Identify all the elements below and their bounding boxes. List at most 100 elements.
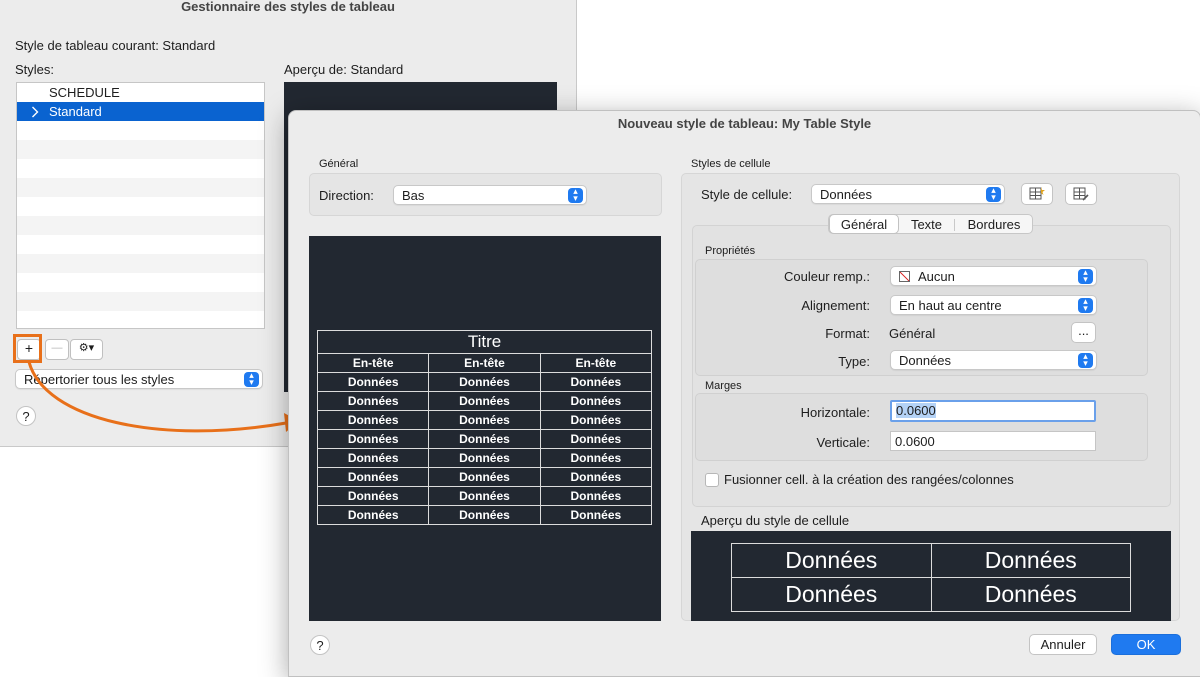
direction-select[interactable]: Bas ▴ ▾	[393, 185, 587, 205]
highlight-box	[13, 334, 42, 363]
preview-data-cell: Données	[428, 429, 541, 449]
manage-cell-styles-button[interactable]	[1065, 183, 1097, 205]
properties-group: Couleur remp.: Aucun ▴ ▾ Alignement: En h…	[695, 259, 1148, 376]
help-button[interactable]: ?	[310, 635, 330, 655]
table-row: Données Données Données	[316, 505, 653, 525]
preview-data-cell: Données	[428, 410, 541, 430]
general-group: Direction: Bas ▴ ▾	[309, 173, 662, 216]
vertical-margin-label: Verticale:	[816, 435, 870, 450]
table-row: Données Données Données	[316, 448, 653, 468]
select-arrows-icon: ▴ ▾	[1078, 268, 1093, 284]
type-select[interactable]: Données ▴ ▾	[890, 350, 1097, 370]
styles-label: Styles:	[15, 62, 55, 77]
format-label: Format:	[825, 326, 870, 341]
cell-preview-table: Données Données Données Données	[731, 543, 1131, 612]
vertical-margin-input[interactable]: 0.0600	[890, 431, 1096, 451]
format-options-button[interactable]: ...	[1071, 322, 1096, 343]
direction-label: Direction:	[319, 188, 374, 203]
preview-data-cell: Données	[428, 391, 541, 411]
preview-data-cell: Données	[428, 486, 541, 506]
preview-data-cell: Données	[316, 467, 430, 487]
preview-data-cell: Données	[316, 372, 430, 392]
preview-header-cell: En-tête	[539, 353, 653, 373]
horizontal-margin-input[interactable]: 0.0600	[890, 400, 1096, 422]
format-value: Général	[889, 326, 936, 341]
new-table-style-dialog: Nouveau style de tableau: My Table Style…	[288, 110, 1200, 677]
table-edit-icon	[1073, 187, 1089, 201]
preview-data-cell: Données	[539, 429, 653, 449]
tab-borders[interactable]: Bordures	[955, 215, 1033, 234]
list-filter-select[interactable]: Répertorier tous les styles ▴ ▾	[15, 369, 263, 389]
cell-styles-group: Style de cellule: Données ▴ ▾ Propriétés …	[681, 173, 1180, 621]
help-button[interactable]: ?	[16, 406, 36, 426]
table-row: Données Données Données	[316, 372, 653, 392]
preview-data-cell: Données	[539, 467, 653, 487]
preview-data-cell: Données	[539, 448, 653, 468]
table-row: Données Données Données	[316, 486, 653, 506]
properties-section-label: Propriétés	[705, 245, 756, 257]
cell-style-label: Style de cellule:	[701, 187, 793, 202]
fill-color-select[interactable]: Aucun ▴ ▾	[890, 266, 1097, 286]
remove-style-button[interactable]: —	[45, 339, 69, 360]
gear-menu-button[interactable]: ⚙▾	[70, 339, 103, 360]
preview-label: Aperçu de: Standard	[284, 62, 404, 77]
table-row: Données Données Données	[316, 391, 653, 411]
table-row: Données Données Données	[316, 410, 653, 430]
current-style-label: Style de tableau courant: Standard	[15, 38, 216, 53]
preview-title-cell: Titre	[317, 330, 652, 354]
merge-cells-label: Fusionner cell. à la création des rangée…	[724, 472, 1014, 487]
horizontal-margin-label: Horizontale:	[800, 405, 870, 420]
cell-style-preview: Données Données Données Données	[691, 531, 1171, 621]
cell-preview-cell: Données	[731, 577, 932, 612]
cancel-button[interactable]: Annuler	[1029, 634, 1097, 655]
select-arrows-icon: ▴ ▾	[986, 186, 1001, 202]
ok-button[interactable]: OK	[1111, 634, 1181, 655]
preview-data-cell: Données	[539, 391, 653, 411]
no-color-swatch-icon	[899, 271, 910, 282]
table-preview-panel: Titre En-tête En-tête En-tête Données Don…	[309, 236, 661, 621]
cell-preview-label: Aperçu du style de cellule	[701, 513, 850, 528]
preview-data-cell: Données	[316, 448, 430, 468]
dialog-title: Nouveau style de tableau: My Table Style	[617, 116, 872, 131]
dialog-title: Gestionnaire des styles de tableau	[181, 0, 395, 14]
preview-data-cell: Données	[539, 486, 653, 506]
create-cell-style-button[interactable]	[1021, 183, 1053, 205]
alignment-label: Alignement:	[801, 298, 870, 313]
alignment-select[interactable]: En haut au centre ▴ ▾	[890, 295, 1097, 315]
margins-group: Horizontale: 0.0600 Verticale: 0.0600	[695, 393, 1148, 461]
tab-text[interactable]: Texte	[899, 215, 954, 234]
table-row: Données Données Données	[316, 429, 653, 449]
select-arrows-icon: ▴ ▾	[568, 187, 583, 203]
preview-data-cell: Données	[539, 505, 653, 525]
margins-section-label: Marges	[705, 380, 742, 392]
list-item-selected[interactable]: Standard	[17, 102, 264, 121]
general-section-label: Général	[319, 158, 359, 170]
new-table-icon	[1029, 187, 1045, 200]
preview-data-cell: Données	[539, 372, 653, 392]
cell-preview-cell: Données	[930, 543, 1131, 578]
preview-data-cell: Données	[428, 372, 541, 392]
preview-data-cell: Données	[316, 505, 430, 525]
fill-color-label: Couleur remp.:	[784, 269, 870, 284]
select-arrows-icon: ▴ ▾	[244, 371, 259, 387]
tab-general[interactable]: Général	[829, 215, 899, 234]
preview-data-cell: Données	[428, 448, 541, 468]
select-arrows-icon: ▴ ▾	[1078, 297, 1093, 313]
select-arrows-icon: ▴ ▾	[1078, 352, 1093, 368]
merge-cells-checkbox[interactable]	[705, 473, 719, 487]
preview-data-cell: Données	[316, 410, 430, 430]
preview-data-cell: Données	[316, 429, 430, 449]
table-preview: Titre En-tête En-tête En-tête Données Don…	[316, 330, 653, 525]
preview-data-cell: Données	[539, 410, 653, 430]
list-item[interactable]: SCHEDULE	[17, 83, 264, 102]
chevron-right-icon[interactable]	[29, 102, 41, 123]
tab-panel: Propriétés Couleur remp.: Aucun ▴ ▾ Align…	[692, 225, 1171, 507]
styles-list[interactable]: SCHEDULE Standard	[16, 82, 265, 329]
tab-bar: Général Texte Bordures	[828, 214, 1033, 234]
cell-preview-cell: Données	[731, 543, 932, 578]
preview-header-cell: En-tête	[316, 353, 430, 373]
cell-styles-section-label: Styles de cellule	[691, 158, 771, 170]
cell-style-select[interactable]: Données ▴ ▾	[811, 184, 1005, 204]
preview-data-cell: Données	[316, 486, 430, 506]
preview-data-cell: Données	[428, 467, 541, 487]
